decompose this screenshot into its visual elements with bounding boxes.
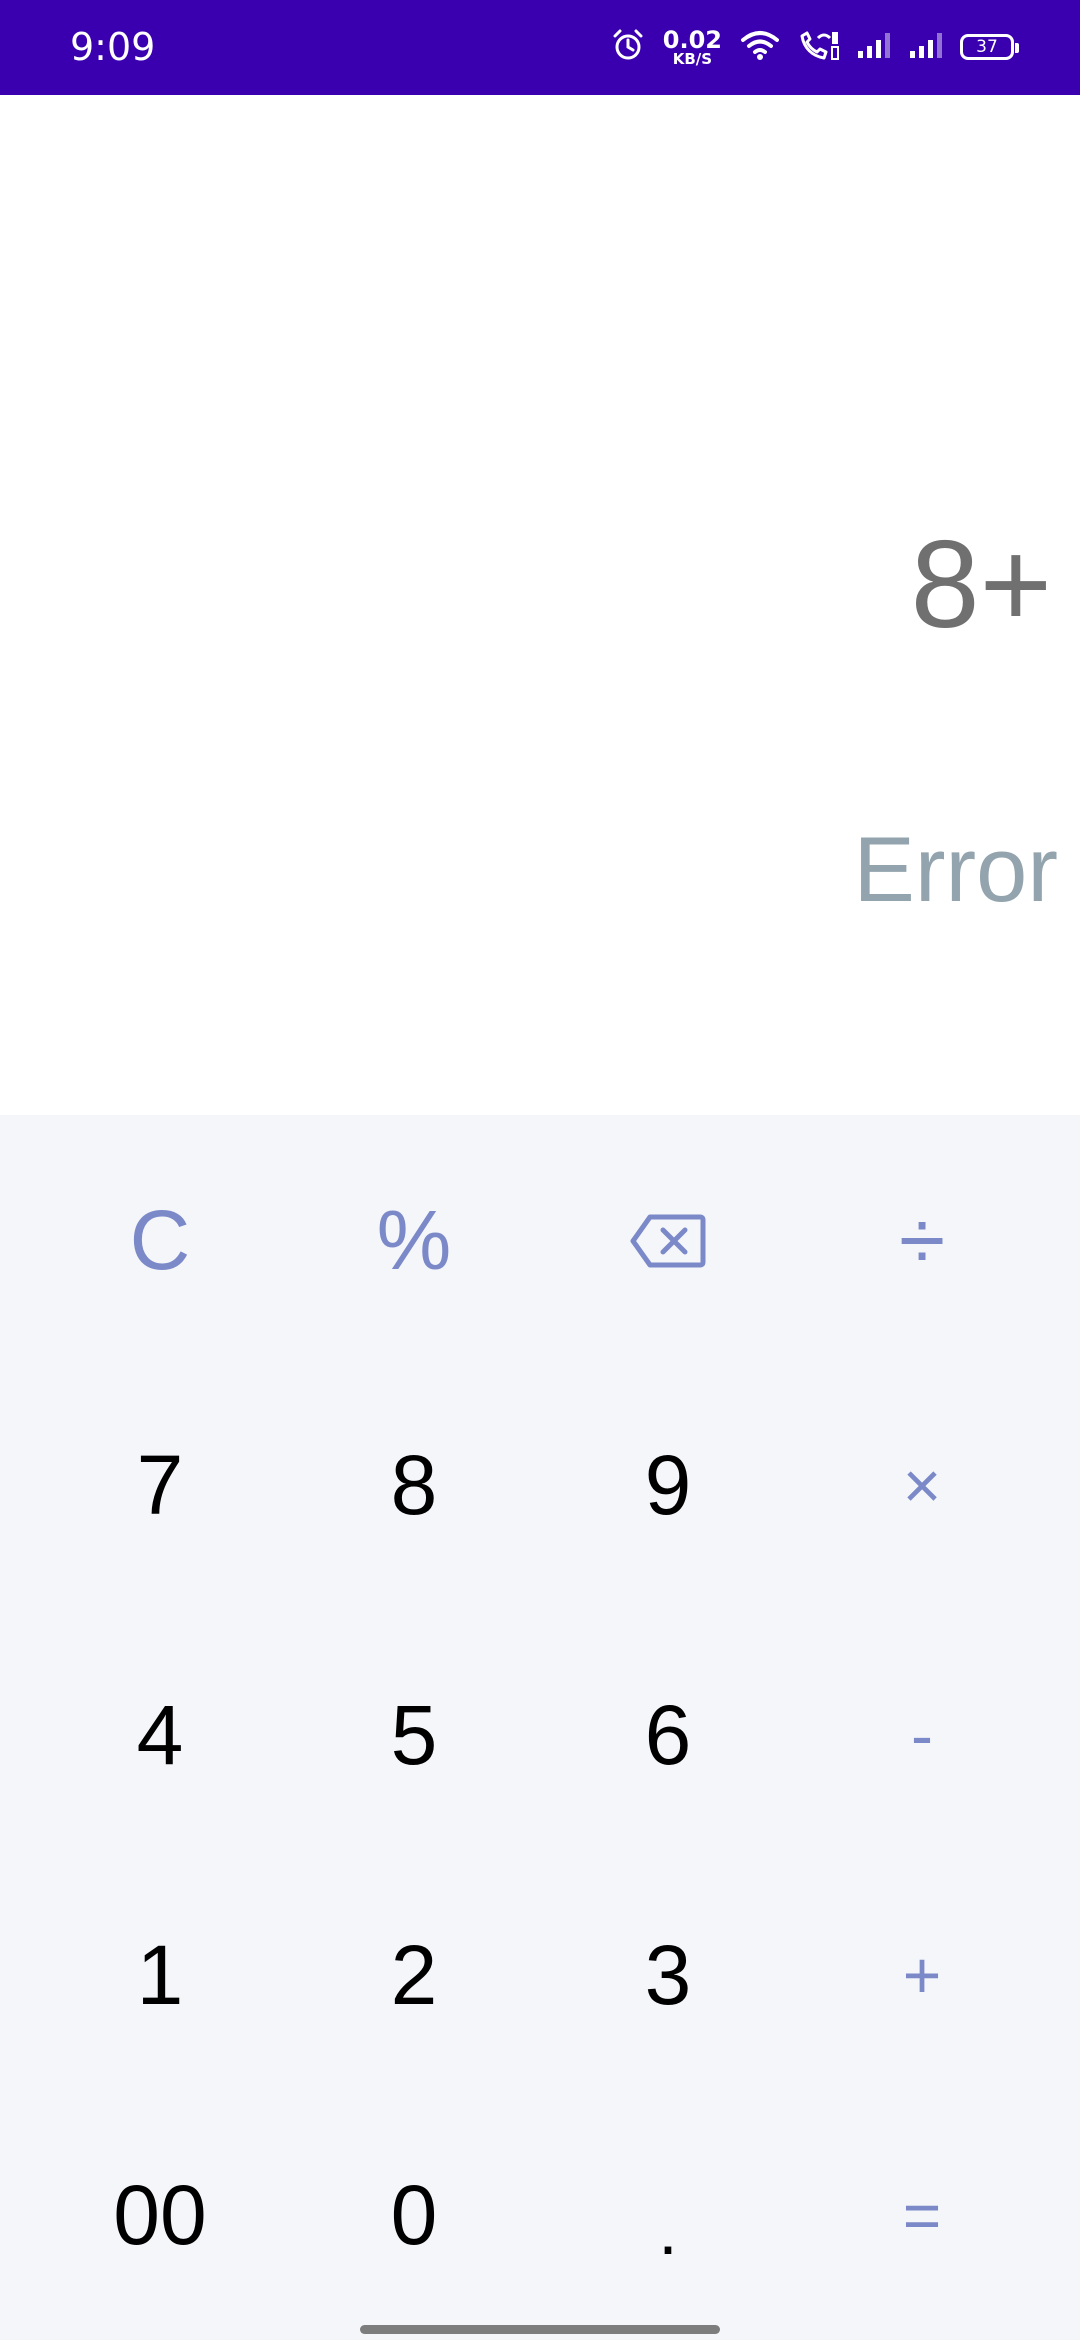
- digit-8-button[interactable]: 8: [287, 1380, 541, 1590]
- battery-icon: 37: [960, 34, 1019, 60]
- backspace-button[interactable]: [541, 1135, 795, 1345]
- net-speed-value: 0.02: [662, 25, 722, 54]
- result-text: Error: [853, 819, 1058, 921]
- plus-button[interactable]: +: [795, 1870, 1049, 2080]
- calculator-display: 8+ Error: [0, 95, 1080, 1115]
- multiply-button[interactable]: ×: [795, 1380, 1049, 1590]
- digit-6-button[interactable]: 6: [541, 1630, 795, 1840]
- signal-2-icon: [908, 30, 944, 64]
- digit-2-button[interactable]: 2: [287, 1870, 541, 2080]
- double-zero-button[interactable]: 00: [33, 2110, 287, 2320]
- clear-button[interactable]: C: [33, 1135, 287, 1345]
- status-icons: 0.02 KB/S 37: [611, 22, 1019, 72]
- status-time: 9:09: [70, 25, 156, 69]
- decimal-button[interactable]: .: [541, 2110, 795, 2320]
- wifi-icon: [740, 29, 780, 65]
- backspace-icon: [630, 1192, 706, 1289]
- wifi-call-icon: [796, 28, 840, 66]
- digit-7-button[interactable]: 7: [33, 1380, 287, 1590]
- home-indicator[interactable]: [360, 2325, 720, 2334]
- digit-5-button[interactable]: 5: [287, 1630, 541, 1840]
- digit-0-button[interactable]: 0: [287, 2110, 541, 2320]
- percent-button[interactable]: %: [287, 1135, 541, 1345]
- net-speed-unit: KB/S: [672, 49, 713, 68]
- digit-3-button[interactable]: 3: [541, 1870, 795, 2080]
- equals-button[interactable]: =: [795, 2110, 1049, 2320]
- expression-text: 8+: [910, 516, 1052, 654]
- minus-button[interactable]: -: [795, 1630, 1049, 1840]
- digit-9-button[interactable]: 9: [541, 1380, 795, 1590]
- signal-1-icon: [856, 30, 892, 64]
- net-speed: 0.02 KB/S: [663, 28, 722, 67]
- digit-1-button[interactable]: 1: [33, 1870, 287, 2080]
- alarm-icon: [611, 28, 645, 66]
- status-bar: 9:09 0.02 KB/S 37: [0, 0, 1080, 95]
- divide-button[interactable]: ÷: [795, 1135, 1049, 1345]
- keypad: C % ÷ 7 8 9 × 4 5 6 - 1 2 3 + 00 0 . =: [0, 1115, 1080, 2340]
- digit-4-button[interactable]: 4: [33, 1630, 287, 1840]
